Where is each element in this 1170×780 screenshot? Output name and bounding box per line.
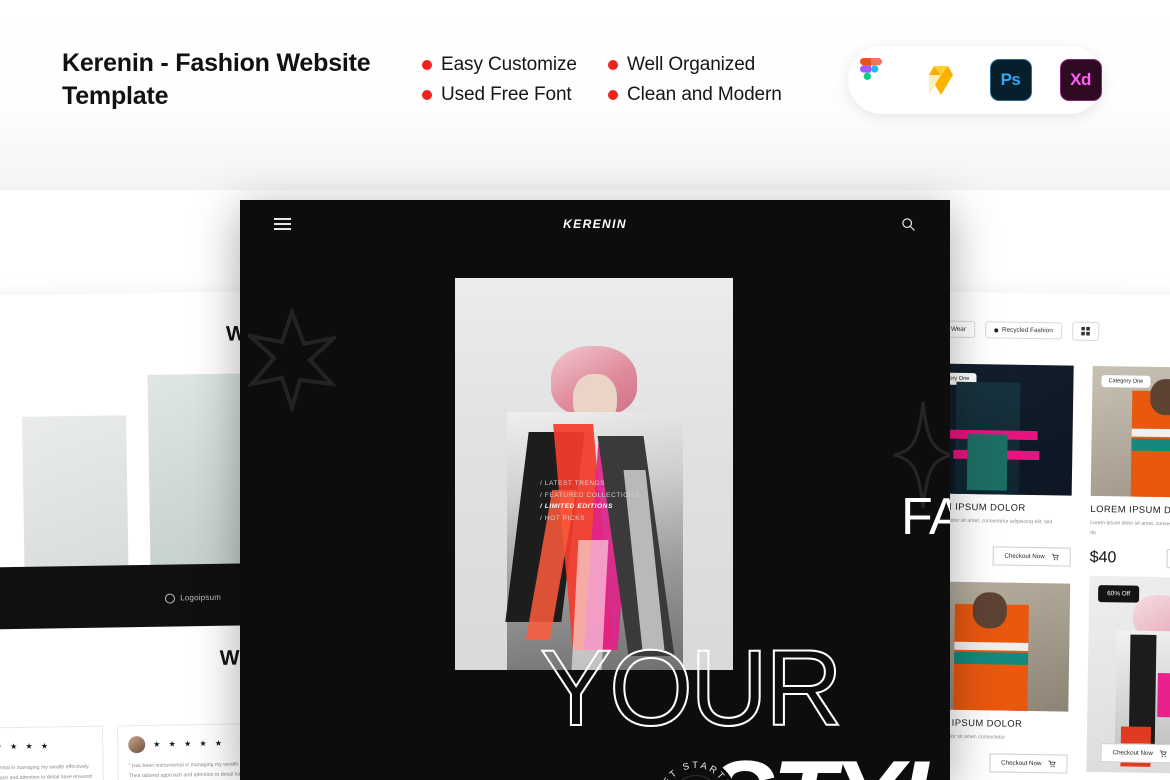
seven-point-star-icon [248, 308, 336, 412]
hero-headline-style: STYLE [706, 746, 950, 780]
promo-banner: Kerenin - Fashion Website Template Easy … [0, 0, 1170, 190]
discount-badge: 60% Off [1097, 585, 1140, 603]
testimonial-quote: " Has been instrumental in managing my w… [0, 763, 93, 780]
logo-item-0: Logoipsum [165, 592, 221, 604]
product-price: $40 [1089, 548, 1117, 567]
hero-link-limited-editions[interactable]: / LIMITED EDITIONS [540, 501, 639, 513]
checkout-now-button[interactable]: Checkout Now [992, 546, 1071, 567]
feature-label: Well Organized [627, 54, 756, 75]
app-compatibility-pill: Ps Xd [848, 46, 1103, 114]
feature-label: Easy Customize [441, 54, 577, 75]
page-title: Kerenin - Fashion Website Template [62, 49, 371, 111]
bullet-dot-icon [422, 90, 432, 100]
product-badge: Category One [1101, 375, 1151, 388]
bullet-dot-icon [422, 60, 432, 70]
feature-item-3: Clean and Modern [608, 84, 782, 106]
bullet-dot-icon [608, 60, 618, 70]
feature-item-2: Well Organized [608, 54, 755, 76]
feature-item-0: Easy Customize [422, 54, 577, 76]
rating-stars: ★ ★ ★ ★ ★ [153, 738, 226, 749]
hero-headline-fashion: FASHION [901, 488, 950, 546]
rating-stars: ★ ★ ★ ★ ★ [0, 741, 52, 752]
poster-stage: Kerenin - Fashion Website Template Easy … [0, 0, 1170, 780]
avatar [128, 735, 146, 754]
checkout-now-button[interactable]: Checkout Now [1166, 549, 1170, 570]
product-title: LOREM IPSUM DOLOR [1090, 502, 1170, 516]
hero-link-hot-picks[interactable]: / HOT PICKS [540, 513, 639, 525]
hero-link-latest-trends[interactable]: / LATEST TRENDS [540, 478, 639, 490]
testimonial-card: ★ ★ ★ ★ ★ " Has been instrumental in man… [0, 725, 105, 780]
product-card[interactable]: Category One LOREM IPSUM DOLOR Lorem ips… [1089, 365, 1170, 570]
hero-headline-your: YOUR [539, 627, 844, 748]
cart-icon [1048, 760, 1056, 767]
hero-category-links: / LATEST TRENDS / FEATURED COLLECTIONS /… [540, 478, 639, 525]
checkout-now-button[interactable]: Checkout Now [989, 752, 1068, 774]
cart-icon [1051, 553, 1059, 561]
hero-model-image [455, 278, 733, 670]
hero-navbar: KERENIN [240, 200, 950, 248]
checkout-now-button[interactable]: Checkout Now [1100, 743, 1170, 764]
product-card-promo[interactable]: 60% Off Checkout Now [1086, 575, 1170, 775]
filter-chip-recycled-fashion[interactable]: Recycled Fashion [984, 321, 1062, 340]
xd-label: Xd [1059, 59, 1102, 101]
feature-label: Used Free Font [441, 84, 572, 105]
figma-icon [849, 58, 893, 102]
photoshop-label: Ps [989, 59, 1032, 101]
cart-icon [1159, 750, 1167, 758]
product-desc: Lorem ipsum dolor sit amet, consectetur … [1090, 519, 1170, 536]
sketch-icon [919, 58, 963, 102]
bullet-dot-icon [608, 90, 618, 100]
photoshop-icon: Ps [989, 58, 1033, 102]
xd-icon: Xd [1059, 58, 1103, 102]
feature-label: Clean and Modern [627, 84, 782, 105]
hero-mockup: KERENIN / LATEST TRENDS / FEATURED COLLE… [240, 200, 950, 780]
brand-logo[interactable]: KERENIN [240, 217, 950, 231]
get-started-badge[interactable]: GET STARTED GET STARTED [654, 757, 738, 780]
grid-view-icon[interactable] [1071, 321, 1099, 342]
hero-link-featured-collections[interactable]: / FEATURED COLLECTIONS [540, 490, 639, 502]
feature-item-1: Used Free Font [422, 84, 572, 106]
